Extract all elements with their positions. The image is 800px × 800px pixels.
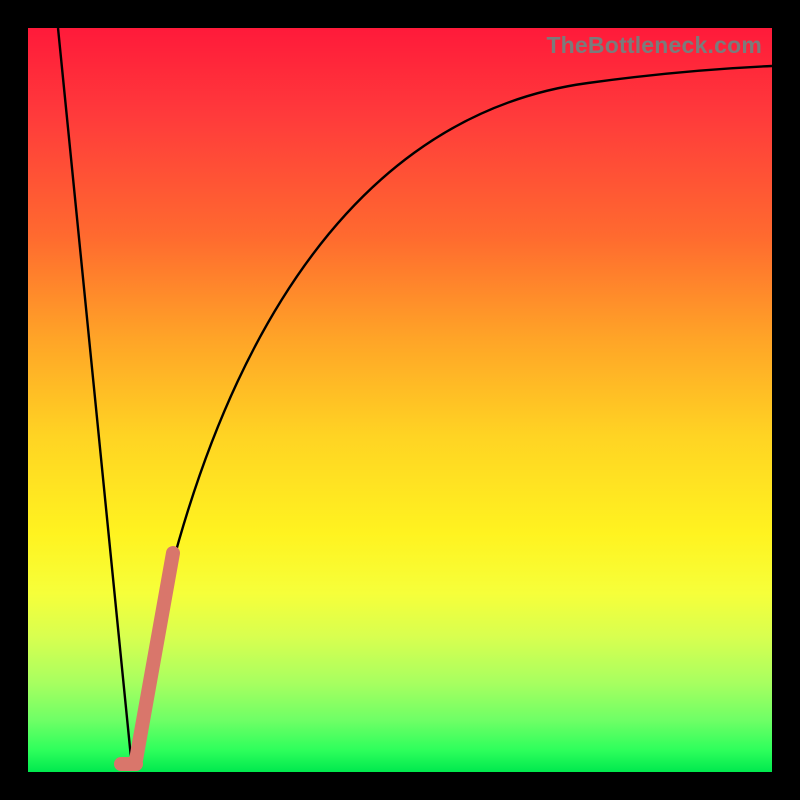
plot-area: TheBottleneck.com [28, 28, 772, 772]
curve-left-branch [58, 28, 132, 768]
chart-frame: TheBottleneck.com [0, 0, 800, 800]
highlight-segment [136, 553, 173, 760]
curve-right-branch [132, 66, 772, 768]
curve-layer [28, 28, 772, 772]
